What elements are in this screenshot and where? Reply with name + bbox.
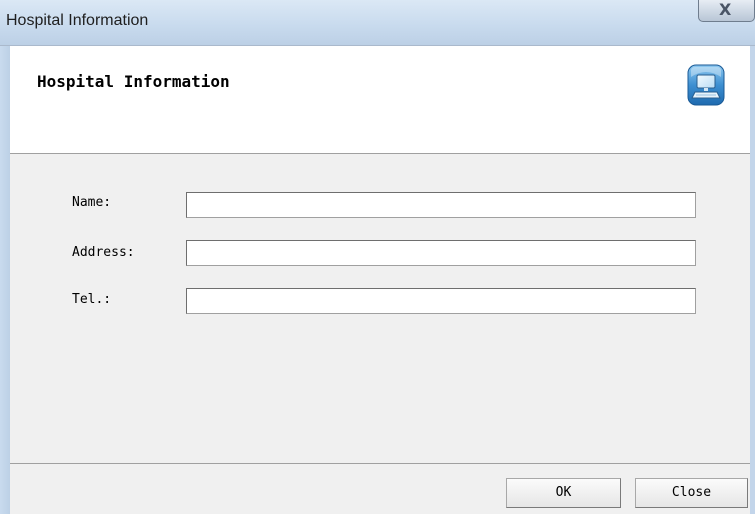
tel-field[interactable] — [186, 288, 696, 314]
tel-label: Tel.: — [72, 292, 112, 307]
title-bar[interactable]: Hospital Information X — [0, 0, 755, 46]
name-label: Name: — [72, 195, 112, 210]
window-close-button[interactable]: X — [698, 0, 755, 22]
close-button[interactable]: Close — [635, 478, 748, 508]
header-title: Hospital Information — [37, 72, 230, 91]
computer-icon — [687, 64, 725, 106]
close-icon: X — [719, 0, 732, 19]
ok-button[interactable]: OK — [506, 478, 621, 508]
address-field[interactable] — [186, 240, 696, 266]
window-title: Hospital Information — [6, 12, 149, 29]
header-banner: Hospital Information — [10, 46, 750, 154]
name-field[interactable] — [186, 192, 696, 218]
address-label: Address: — [72, 245, 135, 260]
hospital-information-dialog: Hospital Information X Hospital Informat… — [0, 0, 755, 514]
footer-bar: OK Close — [10, 463, 750, 514]
form-area: Name: Address: Tel.: — [10, 155, 750, 463]
window-frame-left — [0, 46, 10, 514]
window-frame-right — [750, 46, 755, 514]
